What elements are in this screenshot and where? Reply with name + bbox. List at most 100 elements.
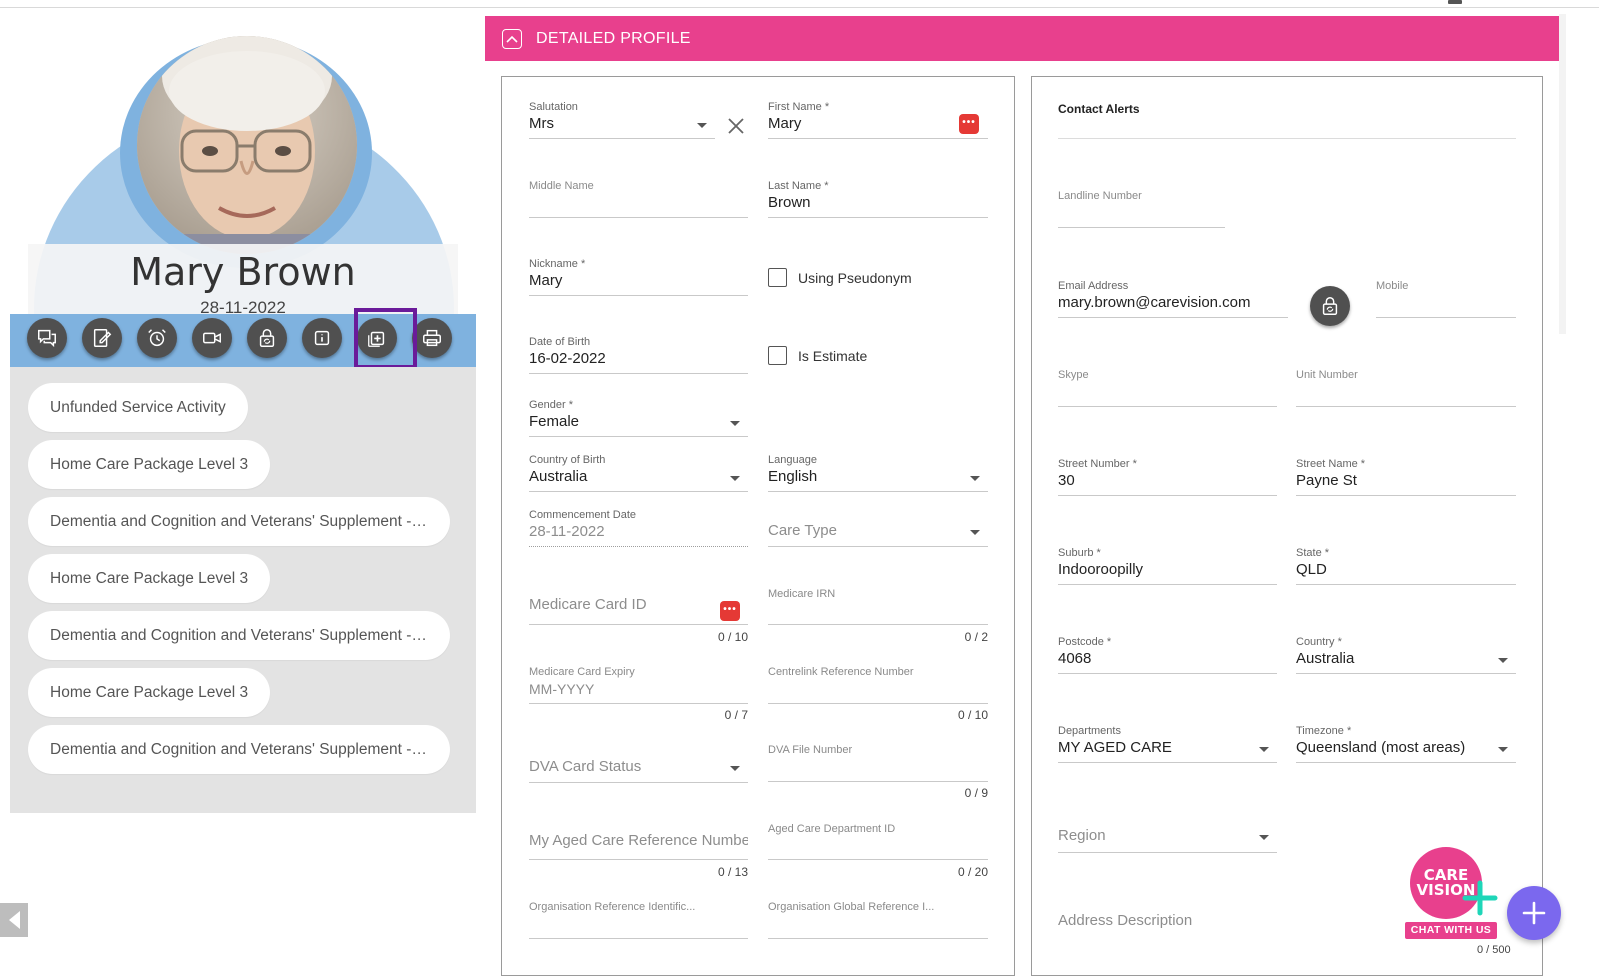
chat-with-us-button[interactable]: CHAT WITH US <box>1405 922 1497 939</box>
add-fab-button[interactable] <box>1507 886 1561 940</box>
service-item[interactable]: Dementia and Cognition and Veterans' Sup… <box>28 611 450 660</box>
contact-alerts-input[interactable] <box>1058 138 1516 139</box>
suburb-field[interactable]: Suburb * Indooroopilly <box>1058 547 1277 587</box>
date-of-birth-field[interactable]: Date of Birth 16-02-2022 <box>529 336 748 376</box>
service-item[interactable]: Home Care Package Level 3 <box>28 440 271 489</box>
aged-care-department-id-field[interactable]: Aged Care Department ID 0 / 20 <box>768 823 988 881</box>
centrelink-reference-field[interactable]: Centrelink Reference Number 0 / 10 <box>768 666 988 724</box>
care-type-select[interactable]: Care Type <box>768 522 988 549</box>
service-item[interactable]: Unfunded Service Activity <box>28 383 248 432</box>
first-name-field[interactable]: First Name * Mary <box>768 101 988 141</box>
timezone-select[interactable]: Timezone * Queensland (most areas) <box>1296 725 1516 765</box>
nickname-field[interactable]: Nickname * Mary <box>529 258 748 298</box>
medicare-card-expiry-field[interactable]: Medicare Card Expiry MM-YYYY 0 / 7 <box>529 666 748 724</box>
field-underline <box>768 546 988 547</box>
country-select[interactable]: Country * Australia <box>1296 636 1516 676</box>
messages-icon <box>38 329 56 348</box>
chevron-down-icon <box>730 421 740 426</box>
field-underline <box>1296 495 1516 496</box>
field-label: Middle Name <box>529 180 594 192</box>
field-value <box>529 194 748 214</box>
email-lock-button[interactable] <box>1310 286 1350 326</box>
video-call-button[interactable] <box>192 318 232 358</box>
chevron-down-icon <box>970 530 980 535</box>
field-value: Mary <box>529 272 563 289</box>
field-value: Queensland (most areas) <box>1296 739 1466 756</box>
service-list: Unfunded Service Activity Home Care Pack… <box>10 367 476 813</box>
service-item[interactable]: Dementia and Cognition and Veterans' Sup… <box>28 497 450 546</box>
unit-number-field[interactable]: Unit Number <box>1296 369 1516 409</box>
field-value: mary.brown@carevision.com <box>1058 294 1251 311</box>
field-underline <box>1058 762 1277 763</box>
street-number-field[interactable]: Street Number * 30 <box>1058 458 1277 498</box>
info-button[interactable] <box>302 318 342 358</box>
region-select[interactable]: Region <box>1058 827 1277 854</box>
field-placeholder: My Aged Care Reference Number <box>529 832 748 849</box>
profile-sidebar: Mary Brown 28-11-2022 Unfunded Service A… <box>10 8 476 813</box>
using-pseudonym-checkbox[interactable]: Using Pseudonym <box>768 268 912 287</box>
service-item[interactable]: Dementia and Cognition and Veterans' Sup… <box>28 725 450 774</box>
field-label: Timezone * <box>1296 725 1352 737</box>
postcode-field[interactable]: Postcode * 4068 <box>1058 636 1277 676</box>
checkbox-box[interactable] <box>768 346 787 365</box>
organisation-reference-field[interactable]: Organisation Reference Identific... <box>529 901 748 941</box>
field-underline <box>1058 406 1277 407</box>
is-estimate-checkbox[interactable]: Is Estimate <box>768 346 867 365</box>
medicare-card-id-field[interactable]: Medicare Card ID 0 / 10 <box>529 596 748 646</box>
country-of-birth-select[interactable]: Country of Birth Australia <box>529 454 748 494</box>
char-counter: 0 / 20 <box>957 865 988 879</box>
last-name-field[interactable]: Last Name * Brown <box>768 180 988 220</box>
skype-field[interactable]: Skype <box>1058 369 1277 409</box>
alarm-button[interactable] <box>137 318 177 358</box>
lock-reset-button[interactable] <box>247 318 287 358</box>
state-field[interactable]: State * QLD <box>1296 547 1516 587</box>
street-name-field[interactable]: Street Name * Payne St <box>1296 458 1516 498</box>
info-icon <box>314 330 330 346</box>
page-scrollbar[interactable] <box>1559 14 1566 334</box>
service-item[interactable]: Home Care Package Level 3 <box>28 554 271 603</box>
field-label: Skype <box>1058 369 1089 381</box>
medicare-irn-field[interactable]: Medicare IRN 0 / 2 <box>768 588 988 646</box>
gender-select[interactable]: Gender * Female <box>529 399 748 439</box>
field-value: Payne St <box>1296 472 1357 489</box>
dva-card-status-select[interactable]: DVA Card Status <box>529 758 748 785</box>
field-underline <box>1296 584 1516 585</box>
departments-select[interactable]: Departments MY AGED CARE <box>1058 725 1277 765</box>
avatar[interactable] <box>137 36 357 254</box>
top-scroll-thumb[interactable] <box>1448 0 1462 4</box>
dva-file-number-field[interactable]: DVA File Number 0 / 9 <box>768 744 988 802</box>
collapse-section-button[interactable] <box>502 28 522 49</box>
my-aged-care-reference-field[interactable]: My Aged Care Reference Number 0 / 13 <box>529 832 748 882</box>
service-item[interactable]: Home Care Package Level 3 <box>28 668 271 717</box>
field-placeholder: Medicare Card ID <box>529 596 647 613</box>
middle-name-field[interactable]: Middle Name <box>529 180 748 220</box>
organisation-global-reference-field[interactable]: Organisation Global Reference I... <box>768 901 988 941</box>
checkbox-box[interactable] <box>768 268 787 287</box>
field-value: MY AGED CARE <box>1058 739 1172 756</box>
salutation-select[interactable]: Salutation Mrs <box>529 101 715 141</box>
edit-note-button[interactable] <box>82 318 122 358</box>
field-label: Commencement Date <box>529 509 636 521</box>
field-value: Female <box>529 413 580 430</box>
print-button[interactable] <box>412 318 452 358</box>
email-field[interactable]: Email Address mary.brown@carevision.com <box>1058 280 1288 320</box>
contact-alerts-title: Contact Alerts <box>1058 102 1140 116</box>
messages-button[interactable] <box>27 318 67 358</box>
chevron-down-icon <box>1259 747 1269 752</box>
field-value: Australia <box>529 468 588 485</box>
landline-field[interactable]: Landline Number <box>1058 190 1225 230</box>
collapse-sidebar-button[interactable] <box>0 903 28 937</box>
field-value: 4068 <box>1058 650 1092 667</box>
field-underline <box>1058 317 1288 318</box>
avatar-photo <box>137 36 357 254</box>
language-select[interactable]: Language English <box>768 454 988 494</box>
address-description-counter: 0 / 500 <box>1477 944 1511 956</box>
field-underline <box>529 546 748 547</box>
field-label: Date of Birth <box>529 336 591 348</box>
mobile-field[interactable]: Mobile <box>1376 280 1516 320</box>
address-description-field[interactable]: Address Description <box>1058 912 1388 939</box>
field-label: Gender * <box>529 399 574 411</box>
password-toggle-icon[interactable]: ••• <box>720 601 740 621</box>
clear-icon[interactable] <box>727 117 745 135</box>
password-toggle-icon[interactable]: ••• <box>959 114 979 134</box>
